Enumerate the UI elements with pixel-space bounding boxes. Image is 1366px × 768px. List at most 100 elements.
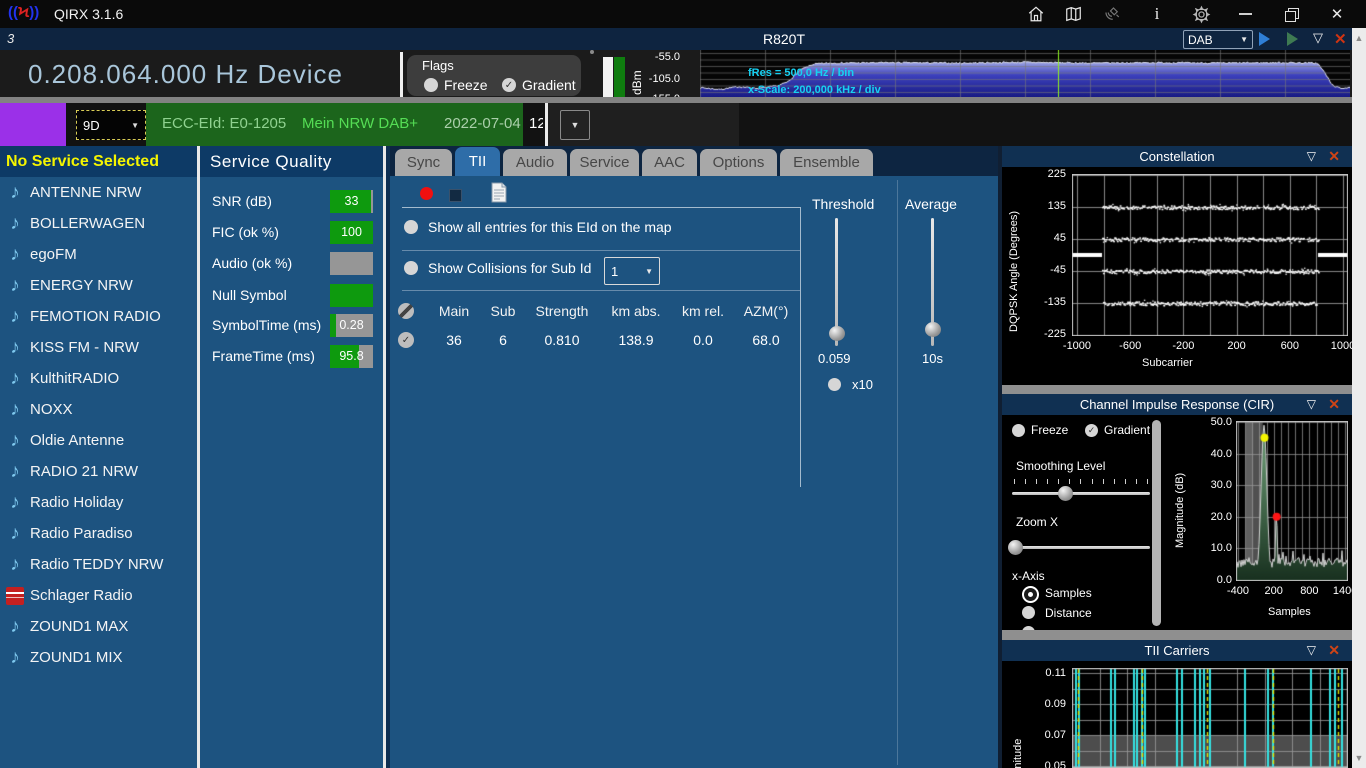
stop-close-icon[interactable]: ✕	[1334, 30, 1347, 48]
scroll-up-icon[interactable]: ▲	[1352, 30, 1366, 46]
record-icon[interactable]	[420, 187, 433, 200]
map-icon[interactable]	[1060, 2, 1086, 26]
service-item[interactable]: ♪ ZOUND1 MIX	[0, 642, 197, 673]
cir-freeze-label: Freeze	[1031, 423, 1069, 437]
service-list: ♪ ANTENNE NRW ♪ BOLLERWAGEN ♪ egoFM ♪ ENERGY NR…	[0, 177, 197, 673]
subid-select[interactable]: 1 ▼	[604, 257, 660, 285]
service-item[interactable]: ♪ Radio Paradiso	[0, 518, 197, 549]
close-panel-icon[interactable]: ✕	[1328, 396, 1340, 413]
service-item[interactable]: ♪ ENERGY NRW	[0, 270, 197, 301]
channel-select[interactable]: 9D ▼	[76, 110, 146, 140]
level-meter-right	[614, 57, 625, 97]
play-green-button[interactable]	[1287, 32, 1298, 46]
quality-label: Null Symbol	[212, 287, 287, 303]
cir-plot[interactable]	[1236, 421, 1348, 581]
service-item[interactable]: ♪ Radio TEDDY NRW	[0, 549, 197, 580]
ensemble-dropdown-button[interactable]: ▼	[560, 110, 590, 140]
smoothing-slider[interactable]	[1012, 492, 1150, 495]
minimize-button[interactable]	[1232, 2, 1258, 26]
freeze-radio[interactable]	[424, 78, 438, 92]
table-header[interactable]: km rel.	[678, 303, 728, 319]
music-note-icon: ♪	[10, 461, 20, 482]
scroll-down-icon[interactable]: ▼	[1352, 750, 1366, 766]
app-logo-icon: ((Ϟ))	[8, 4, 40, 21]
collapse-triangle-icon[interactable]: ▽	[1307, 397, 1316, 411]
service-item[interactable]: ♪ NOXX	[0, 394, 197, 425]
x10-radio[interactable]	[828, 378, 841, 391]
tab-sync[interactable]: Sync	[395, 149, 452, 176]
service-item[interactable]: Schlager Radio	[0, 580, 197, 611]
service-item[interactable]: ♪ egoFM	[0, 239, 197, 270]
table-header[interactable]: Sub	[485, 303, 521, 319]
close-panel-icon[interactable]: ✕	[1328, 642, 1340, 659]
service-item[interactable]: ♪ ANTENNE NRW	[0, 177, 197, 208]
service-item[interactable]: ♪ BOLLERWAGEN	[0, 208, 197, 239]
service-item[interactable]: ♪ FEMOTION RADIO	[0, 301, 197, 332]
service-item[interactable]: ♪ Radio Holiday	[0, 487, 197, 518]
cir-freeze-radio[interactable]	[1012, 424, 1025, 437]
tab-ensemble[interactable]: Ensemble	[780, 149, 873, 176]
zoom-x-slider[interactable]	[1012, 546, 1150, 549]
cir-scrollbar[interactable]	[1152, 420, 1161, 626]
mute-color-block[interactable]	[0, 103, 66, 146]
tab-tii[interactable]: TII	[455, 147, 500, 176]
stop-icon[interactable]	[449, 189, 462, 202]
smoothing-slider-knob[interactable]	[1058, 486, 1073, 501]
chevron-down-icon: ▼	[1240, 35, 1248, 44]
service-item[interactable]: ♪ ZOUND1 MAX	[0, 611, 197, 642]
device-name: R820T	[763, 31, 806, 47]
music-note-icon: ♪	[10, 554, 20, 575]
service-item[interactable]: ♪ Oldie Antenne	[0, 425, 197, 456]
level-meter-left	[603, 57, 613, 97]
show-collisions-radio[interactable]	[404, 261, 418, 275]
service-item[interactable]: ♪ KulthitRADIO	[0, 363, 197, 394]
tab-options[interactable]: Options	[700, 149, 777, 176]
maximize-button[interactable]	[1278, 2, 1304, 26]
threshold-slider-knob[interactable]	[829, 326, 845, 341]
gradient-radio[interactable]: ✓	[502, 78, 516, 92]
panel-separator	[1002, 630, 1352, 640]
xaxis-samples-radio[interactable]	[1022, 586, 1039, 603]
quality-row: SymbolTime (ms) 0.28	[200, 314, 383, 338]
tii-carriers-plot[interactable]	[1072, 668, 1348, 768]
cir-gradient-label: Gradient	[1104, 423, 1151, 437]
service-quality-title: Service Quality	[210, 151, 332, 171]
close-panel-icon[interactable]: ✕	[1328, 148, 1340, 165]
zoom-x-slider-knob[interactable]	[1008, 540, 1023, 555]
tick-label: -600	[1119, 340, 1142, 352]
tab-service[interactable]: Service	[570, 149, 639, 176]
satellite-icon[interactable]	[1100, 2, 1126, 26]
document-icon[interactable]	[491, 182, 507, 203]
table-header[interactable]: Strength	[530, 303, 594, 319]
info-icon[interactable]: i	[1144, 2, 1170, 26]
average-slider-knob[interactable]	[925, 322, 941, 337]
tick-label: 0.07	[1044, 729, 1066, 742]
settings-gear-icon[interactable]	[1188, 2, 1214, 26]
tab-audio[interactable]: Audio	[503, 149, 567, 176]
mode-select[interactable]: DAB ▼	[1183, 30, 1253, 49]
constellation-plot[interactable]	[1072, 174, 1348, 336]
tick-label: 225	[1047, 168, 1066, 180]
show-all-entries-radio[interactable]	[404, 220, 418, 234]
table-header[interactable]: AZM(°)	[738, 303, 794, 319]
separator-line	[402, 290, 800, 291]
row-check-icon[interactable]: ✓	[398, 332, 414, 348]
collapse-triangle-icon[interactable]: ▽	[1307, 149, 1316, 163]
collapse-triangle-icon[interactable]: ▽	[1307, 643, 1316, 657]
x10-label: x10	[852, 377, 873, 392]
close-button[interactable]: ✕	[1324, 2, 1350, 26]
xaxis-distance-radio[interactable]	[1022, 606, 1035, 619]
home-icon[interactable]	[1023, 2, 1049, 26]
frequency-display[interactable]: 0.208.064.000 Hz Device	[28, 59, 343, 90]
table-header[interactable]: km abs.	[608, 303, 664, 319]
tab-aac[interactable]: AAC	[642, 149, 697, 176]
table-header[interactable]: Main	[432, 303, 476, 319]
window-scrollbar[interactable]: ▲ ▼	[1352, 28, 1366, 768]
tick-label: 200	[1227, 340, 1246, 352]
service-item[interactable]: ♪ RADIO 21 NRW	[0, 456, 197, 487]
check-all-icon[interactable]	[398, 303, 414, 319]
cir-gradient-radio[interactable]: ✓	[1085, 424, 1098, 437]
play-blue-button[interactable]	[1259, 32, 1270, 46]
service-item[interactable]: ♪ KISS FM - NRW	[0, 332, 197, 363]
collapse-triangle-icon[interactable]: ▽	[1313, 30, 1323, 46]
